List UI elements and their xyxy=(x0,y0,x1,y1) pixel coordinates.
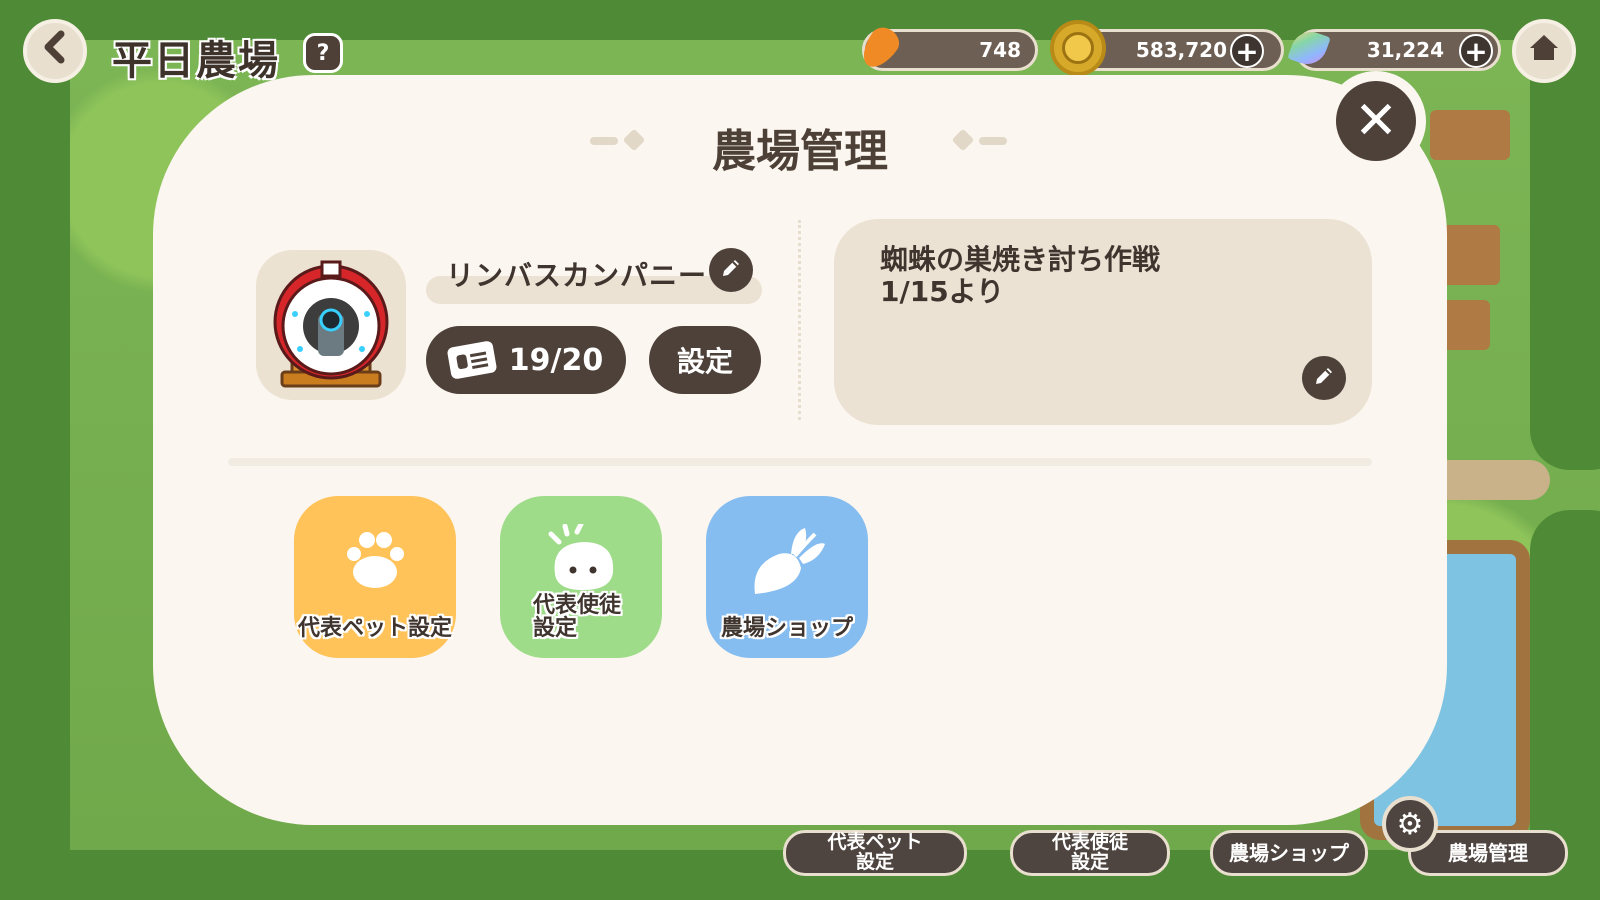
ticket-icon xyxy=(446,340,498,380)
home-icon xyxy=(1528,31,1560,71)
gem-icon xyxy=(1281,20,1337,76)
settings-button[interactable]: 設定 xyxy=(649,326,761,394)
chevron-left-icon xyxy=(40,30,70,73)
pet-settings-label: 代表ペット設定 xyxy=(297,615,452,641)
farm-management-modal xyxy=(153,75,1447,825)
gear-icon[interactable]: ⚙ xyxy=(1382,796,1438,852)
pencil-icon xyxy=(719,256,743,284)
fence xyxy=(1440,225,1500,285)
edit-farm-name-button[interactable] xyxy=(709,248,753,292)
bottom-student-label: 代表使徒 設定 xyxy=(1051,831,1128,873)
title-decoration-right xyxy=(951,128,1015,152)
farm-title: 平日農場 xyxy=(112,38,280,84)
bottom-manage-label: 農場管理 xyxy=(1448,840,1528,865)
farm-name: リンバスカンパニー xyxy=(446,259,708,292)
home-button[interactable] xyxy=(1512,19,1576,83)
pet-settings-tile[interactable]: 代表ペット設定 xyxy=(294,496,456,658)
bottom-pet-label: 代表ペット 設定 xyxy=(827,831,923,873)
farm-shop-tile[interactable]: 農場ショップ xyxy=(706,496,868,658)
farm-notice-text: 蜘蛛の巣焼き討ち作戦 1/15より xyxy=(880,243,1161,309)
close-button[interactable]: ✕ xyxy=(1326,71,1426,171)
carrot-amount: 748 xyxy=(979,38,1021,62)
bottom-student-settings-button[interactable]: 代表使徒 設定 xyxy=(1010,830,1170,876)
horizontal-divider xyxy=(228,458,1372,466)
fence xyxy=(1440,300,1490,350)
help-book-icon[interactable]: ? xyxy=(303,33,343,73)
visitor-count-button[interactable]: 19/20 xyxy=(426,326,626,394)
student-settings-tile[interactable]: 代表使徒 設定 xyxy=(500,496,662,658)
back-button[interactable] xyxy=(23,19,87,83)
add-coin-button[interactable]: + xyxy=(1230,34,1264,68)
visitor-count: 19/20 xyxy=(508,342,604,378)
coin-icon xyxy=(1050,20,1106,76)
vertical-divider xyxy=(798,220,801,420)
edit-notice-button[interactable] xyxy=(1302,356,1346,400)
paw-icon xyxy=(340,524,410,598)
pencil-icon xyxy=(1312,364,1336,392)
farm-emblem[interactable] xyxy=(256,250,406,400)
bottom-shop-label: 農場ショップ xyxy=(1229,840,1349,865)
farm-shop-label: 農場ショップ xyxy=(720,615,853,641)
bottom-farm-shop-button[interactable]: 農場ショップ xyxy=(1210,830,1368,876)
add-gem-button[interactable]: + xyxy=(1459,34,1493,68)
radish-icon xyxy=(745,524,829,604)
student-settings-label: 代表使徒 設定 xyxy=(532,592,621,641)
blob-icon xyxy=(541,521,621,598)
gem-amount: 31,224 xyxy=(1366,38,1444,62)
bottom-pet-settings-button[interactable]: 代表ペット 設定 xyxy=(783,830,967,876)
carrot-icon xyxy=(852,20,908,76)
coin-amount: 583,720 xyxy=(1135,38,1227,62)
emblem-icon xyxy=(273,260,389,388)
close-icon: ✕ xyxy=(1336,81,1416,161)
